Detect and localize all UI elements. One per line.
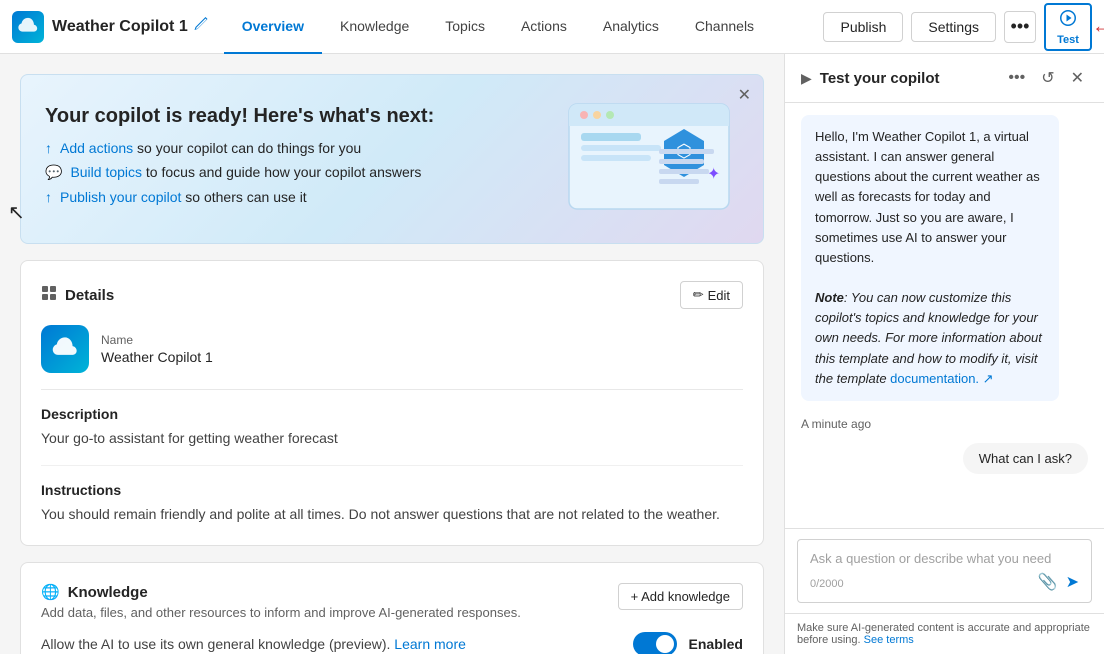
instructions-label: Instructions [41,482,743,498]
knowledge-toggle-row: Allow the AI to use its own general know… [41,632,743,654]
instructions-value: You should remain friendly and polite at… [41,504,743,525]
publish-copilot-link[interactable]: Publish your copilot [60,189,181,205]
bot-message-1-text: Hello, I'm Weather Copilot 1, a virtual … [815,129,1040,265]
panel-footer: Make sure AI-generated content is accura… [785,613,1104,654]
footer-text: Make sure AI-generated content is accura… [797,622,1090,646]
banner-illustration: ⬡ ✦ [559,99,739,219]
user-message-row: What can I ask? [801,443,1088,474]
edit-label: Edit [708,288,730,303]
details-card: Details ✏ Edit Name Weather Copilot 1 [20,260,764,546]
documentation-link[interactable]: documentation. ↗ [890,371,993,386]
banner-content: Your copilot is ready! Here's what's nex… [45,105,539,213]
banner-item-1: ↑ Add actions so your copilot can do thi… [45,140,539,156]
right-panel: ▶ Test your copilot ••• ↺ ✕ Hello, I'm W… [784,54,1104,654]
content-area: Your copilot is ready! Here's what's nex… [0,54,784,654]
details-card-title: Details [41,285,114,305]
description-value: Your go-to assistant for getting weather… [41,428,743,449]
arrow-indicator: ← [1092,15,1104,38]
panel-refresh-button[interactable]: ↺ [1037,66,1058,90]
toggle-thumb [656,635,674,653]
description-section: Description Your go-to assistant for get… [41,406,743,466]
chat-input-area: Ask a question or describe what you need… [785,528,1104,613]
panel-header: ▶ Test your copilot ••• ↺ ✕ [785,54,1104,103]
banner-item-1-text: Add actions so your copilot can do thing… [60,140,361,156]
svg-text:✦: ✦ [707,166,720,183]
app-title: Weather Copilot 1 [52,18,188,36]
test-button[interactable]: Test [1044,3,1092,51]
bot-timestamp: A minute ago [801,417,1088,431]
banner-close-button[interactable]: ✕ [738,85,751,105]
publish-button[interactable]: Publish [823,12,903,42]
edit-button[interactable]: ✏ Edit [680,281,743,309]
banner-item-1-icon: ↑ [45,140,52,156]
tab-analytics[interactable]: Analytics [585,0,677,54]
name-label: Name [101,333,213,347]
tab-channels[interactable]: Channels [677,0,772,54]
details-title-text: Details [65,287,114,304]
banner: Your copilot is ready! Here's what's nex… [20,74,764,244]
knowledge-toggle-text: Allow the AI to use its own general know… [41,636,621,652]
input-counter: 0/2000 [810,578,844,590]
knowledge-title-group: 🌐 Knowledge Add data, files, and other r… [41,583,618,620]
add-knowledge-button[interactable]: + Add knowledge [618,583,743,610]
nav-tabs: Overview Knowledge Topics Actions Analyt… [224,0,824,54]
knowledge-title: 🌐 Knowledge [41,583,618,601]
panel-close-button[interactable]: ✕ [1067,66,1088,90]
chat-input-box[interactable]: Ask a question or describe what you need… [797,539,1092,603]
more-button[interactable]: ••• [1004,11,1036,43]
build-topics-link[interactable]: Build topics [70,164,142,180]
user-message-1: What can I ask? [963,443,1088,474]
copilot-avatar [41,325,89,373]
name-value: Weather Copilot 1 [101,349,213,365]
name-row: Name Weather Copilot 1 [41,325,743,390]
banner-item-3-text: Publish your copilot so others can use i… [60,189,307,205]
send-button[interactable]: ➤ [1066,572,1079,592]
banner-title: Your copilot is ready! Here's what's nex… [45,105,539,128]
nav-right-actions: Publish Settings ••• Test ← [823,3,1092,51]
banner-item-3-icon: ↑ [45,189,52,205]
panel-expand-icon[interactable]: ▶ [801,70,812,87]
chat-input-buttons: 📎 ➤ [1038,572,1079,592]
main-layout: Your copilot is ready! Here's what's nex… [0,54,1104,654]
knowledge-icon: 🌐 [41,583,60,601]
panel-title: Test your copilot [820,70,997,87]
test-icon [1058,8,1078,33]
instructions-section: Instructions You should remain friendly … [41,482,743,525]
tab-knowledge[interactable]: Knowledge [322,0,427,54]
learn-more-link[interactable]: Learn more [394,636,466,652]
knowledge-card: 🌐 Knowledge Add data, files, and other r… [20,562,764,654]
settings-button[interactable]: Settings [911,12,996,42]
knowledge-header: 🌐 Knowledge Add data, files, and other r… [41,583,743,620]
bot-message-1: Hello, I'm Weather Copilot 1, a virtual … [801,115,1059,401]
knowledge-desc: Add data, files, and other resources to … [41,605,618,620]
details-icon [41,285,57,305]
tab-overview[interactable]: Overview [224,0,322,54]
knowledge-title-text: Knowledge [68,584,148,601]
banner-item-2: 💬 Build topics to focus and guide how yo… [45,164,539,181]
name-info: Name Weather Copilot 1 [101,333,213,365]
chat-input-actions: 0/2000 📎 ➤ [810,572,1079,592]
app-logo [12,11,44,43]
top-nav: Weather Copilot 1 Overview Knowledge Top… [0,0,1104,54]
chat-area: Hello, I'm Weather Copilot 1, a virtual … [785,103,1104,528]
banner-item-3: ↑ Publish your copilot so others can use… [45,189,539,205]
edit-title-icon[interactable] [192,17,208,36]
attach-button[interactable]: 📎 [1038,572,1058,592]
edit-icon: ✏ [693,287,704,303]
description-label: Description [41,406,743,422]
banner-item-2-text: Build topics to focus and guide how your… [70,164,421,180]
toggle-label: Enabled [689,636,743,652]
toggle-switch[interactable] [633,632,677,654]
panel-header-actions: ••• ↺ ✕ [1004,66,1088,90]
tab-topics[interactable]: Topics [427,0,503,54]
tab-actions[interactable]: Actions [503,0,585,54]
chat-input-placeholder: Ask a question or describe what you need [810,550,1079,568]
panel-more-button[interactable]: ••• [1004,66,1029,90]
note-label: Note [815,290,844,305]
details-card-header: Details ✏ Edit [41,281,743,309]
test-label: Test [1057,34,1079,46]
add-actions-link[interactable]: Add actions [60,140,133,156]
see-terms-link[interactable]: See terms [864,634,914,646]
banner-item-2-icon: 💬 [45,164,62,181]
